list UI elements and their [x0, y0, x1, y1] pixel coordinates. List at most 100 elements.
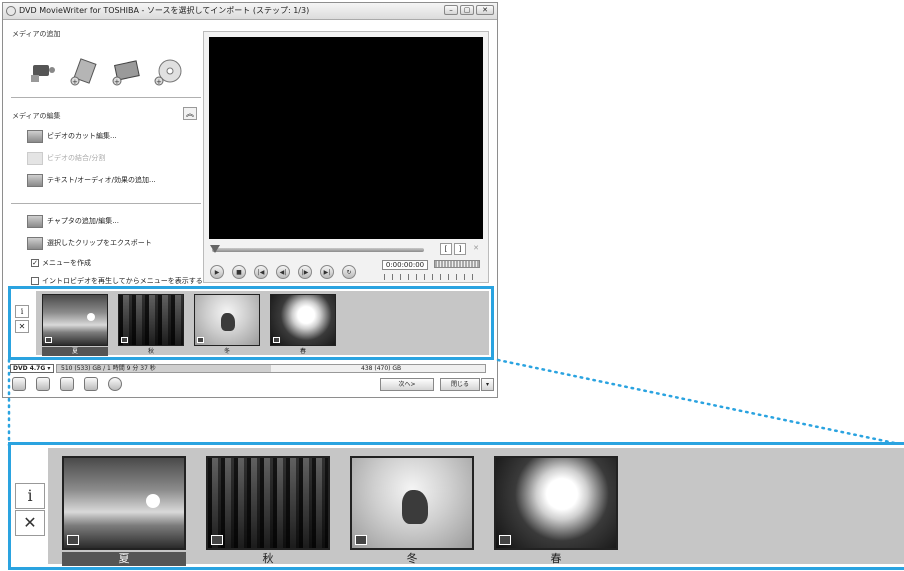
task-label: チャプタの追加/編集... [47, 217, 119, 225]
go-to-end-icon[interactable]: ▶| [320, 265, 334, 279]
volume-slider[interactable] [434, 260, 480, 268]
title-bar: DVD MovieWriter for TOSHIBA - ソースを選択してイン… [3, 3, 497, 20]
video-clip-icon [45, 337, 52, 343]
video-clip-icon [355, 535, 367, 545]
video-clip-icon [211, 535, 223, 545]
video-clip-icon [197, 337, 204, 343]
window-controls: – ▢ ✕ [444, 5, 494, 15]
close-button[interactable]: 閉じる [440, 378, 480, 391]
clip-label: 秋 [147, 348, 154, 355]
close-dropdown-arrow-icon[interactable]: ▾ [481, 378, 494, 391]
task-export-clip[interactable]: 選択したクリップをエクスポート [27, 235, 152, 251]
seek-handle[interactable] [210, 245, 220, 253]
video-preview[interactable] [209, 37, 483, 239]
clip-thumbnail-spring[interactable] [270, 294, 336, 346]
clip-thumbnail-autumn[interactable] [206, 456, 330, 550]
fox-shape [221, 313, 235, 331]
mark-in-button[interactable]: [ [440, 243, 452, 255]
task-merge-split: ビデオの結合/分割 [27, 150, 105, 166]
window-title: DVD MovieWriter for TOSHIBA - ソースを選択してイン… [19, 6, 310, 15]
play-icon[interactable]: ▶ [210, 265, 224, 279]
clip-thumbnail-spring[interactable] [494, 456, 618, 550]
collapse-button[interactable]: ︽ [183, 107, 197, 120]
chapter-icon [27, 214, 43, 228]
app-icon [6, 6, 16, 16]
disc-status-bar: DVD 4.7G ▾ 510 (533) GB / 1 時間 9 分 37 秒 … [10, 364, 488, 374]
video-clip-icon [121, 337, 128, 343]
seek-bar[interactable] [210, 245, 424, 253]
sun-shape [146, 494, 160, 508]
repeat-icon[interactable]: ↻ [342, 265, 356, 279]
cut-button[interactable]: ✕ [470, 243, 482, 255]
project-settings-icon[interactable] [12, 377, 26, 391]
clip-label: 冬 [406, 552, 418, 565]
intro-video-checkbox[interactable]: イントロビデオを再生してからメニューを表示する [31, 276, 203, 286]
clip-thumbnail-autumn[interactable] [118, 294, 184, 346]
used-size-text: 510 (533) GB / 1 時間 9 分 37 秒 [61, 365, 156, 372]
video-clip-icon [67, 535, 79, 545]
create-menu-checkbox[interactable]: ✓ メニューを作成 [31, 258, 91, 268]
clip-label: 春 [299, 348, 306, 355]
svg-text:+: + [114, 78, 120, 86]
maximize-button[interactable]: ▢ [460, 5, 474, 15]
clip-thumbnail-summer[interactable] [42, 294, 108, 346]
trim-video-icon [27, 129, 43, 143]
delete-icon[interactable]: ✕ [15, 320, 29, 333]
task-label: 選択したクリップをエクスポート [47, 239, 152, 247]
section-divider [11, 203, 201, 204]
task-label: テキスト/オーディオ/効果の追加... [47, 176, 156, 184]
task-trim-video[interactable]: ビデオのカット編集... [27, 128, 117, 144]
timecode-field[interactable]: 0:00:00:00 [382, 260, 428, 270]
merge-split-icon [27, 151, 43, 165]
section-divider [11, 97, 201, 98]
clip-label: 冬 [223, 348, 230, 355]
minimize-button[interactable]: – [444, 5, 458, 15]
close-window-button[interactable]: ✕ [476, 5, 494, 15]
previous-frame-icon[interactable]: ◀| [276, 265, 290, 279]
next-button[interactable]: 次へ> [380, 378, 434, 391]
clip-label: 秋 [262, 552, 274, 565]
task-add-effects[interactable]: テキスト/オーディオ/効果の追加... [27, 172, 156, 188]
video-clip-icon [273, 337, 280, 343]
effects-icon [27, 173, 43, 187]
sun-shape [87, 313, 95, 321]
go-to-start-icon[interactable]: |◀ [254, 265, 268, 279]
info-icon[interactable]: i [15, 483, 45, 509]
add-video-icon[interactable]: + [69, 57, 99, 87]
checkbox-label: メニューを作成 [42, 259, 91, 267]
storyboard-tray: 夏 秋 冬 春 [36, 291, 489, 356]
task-label: ビデオのカット編集... [47, 132, 117, 140]
storyboard-zoomed: i ✕ 夏 秋 冬 春 [8, 442, 904, 570]
clip-label: 夏 [42, 347, 108, 356]
info-icon[interactable]: i [15, 305, 29, 318]
disc-capacity-bar: 510 (533) GB / 1 時間 9 分 37 秒 438 (470) G… [56, 364, 486, 373]
preferences-gear-icon[interactable] [36, 377, 50, 391]
next-frame-icon[interactable]: |▶ [298, 265, 312, 279]
preview-player: [ ] ✕ ▶ ■ |◀ ◀| |▶ ▶| ↻ 0:00:00:00 [203, 31, 489, 283]
task-panel: メディアの追加 + + + メディアの編集 ︽ ビデオのカット編集... ビデオ… [7, 21, 205, 286]
total-size-text: 438 (470) GB [361, 365, 402, 372]
print-icon[interactable] [84, 377, 98, 391]
timeline-ticks [384, 274, 480, 280]
clip-thumbnail-winter[interactable] [194, 294, 260, 346]
edit-media-title: メディアの編集 [12, 112, 61, 120]
delete-icon[interactable]: ✕ [15, 510, 45, 536]
task-chapters[interactable]: チャプタの追加/編集... [27, 213, 119, 229]
mark-out-button[interactable]: ] [454, 243, 466, 255]
checkbox-unchecked [31, 277, 39, 285]
add-disc-icon[interactable]: + [153, 57, 183, 87]
svg-text:+: + [72, 78, 78, 86]
camcorder-icon[interactable] [27, 55, 57, 85]
add-media-title: メディアの追加 [12, 30, 61, 38]
add-photo-icon[interactable]: + [111, 57, 141, 87]
checkbox-checked: ✓ [31, 259, 39, 267]
disc-templates-icon[interactable] [60, 377, 74, 391]
storyboard-small: i ✕ 夏 秋 冬 春 [8, 286, 494, 360]
clip-thumbnail-winter[interactable] [350, 456, 474, 550]
disc-type-select[interactable]: DVD 4.7G ▾ [10, 364, 54, 373]
clip-thumbnail-summer[interactable] [62, 456, 186, 550]
fox-shape [402, 490, 428, 524]
help-icon[interactable] [108, 377, 122, 391]
stop-icon[interactable]: ■ [232, 265, 246, 279]
storyboard-tray: 夏 秋 冬 春 [48, 448, 904, 566]
